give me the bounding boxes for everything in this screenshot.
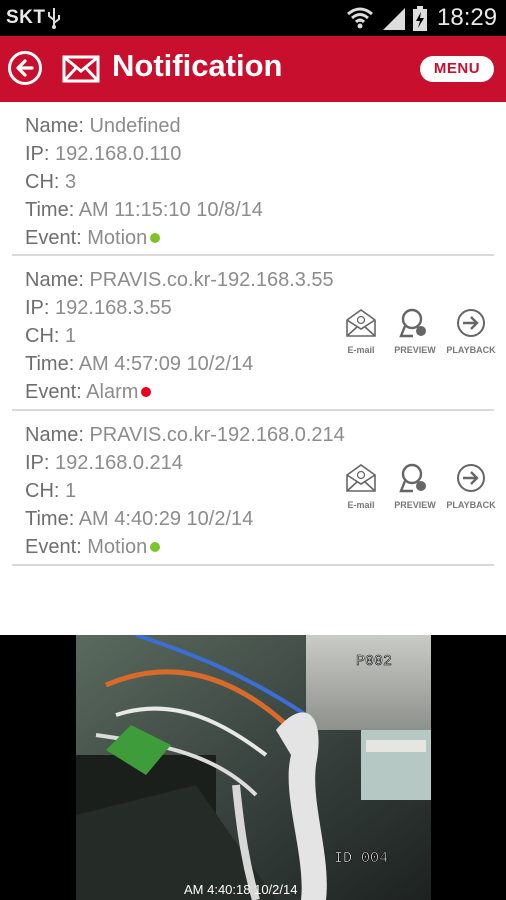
ch-label: CH:	[25, 480, 60, 502]
envelope-icon	[62, 55, 100, 83]
preview-label: PREVIEW	[394, 500, 436, 510]
playback-label: PLAYBACK	[446, 345, 496, 355]
page-title: Notification	[112, 48, 283, 83]
ip-label: IP:	[25, 143, 50, 165]
preview-button[interactable]: PREVIEW	[390, 308, 440, 355]
video-timestamp: AM 4:40:18 10/2/14	[184, 882, 297, 897]
usb-icon	[48, 8, 60, 29]
name-label: Name:	[25, 115, 84, 137]
motion-status-dot	[150, 542, 161, 552]
event-value: Alarm	[86, 381, 139, 403]
playback-button[interactable]: PLAYBACK	[446, 308, 496, 355]
email-label: E-mail	[347, 500, 375, 510]
device-name: PRAVIS.co.kr-192.168.0.214	[89, 424, 345, 446]
status-clock: 18:29	[437, 4, 498, 31]
event-label: Event:	[25, 536, 82, 558]
notification-item[interactable]: Name: PRAVIS.co.kr-192.168.3.55 IP: 192.…	[12, 256, 496, 411]
notification-list: Name: Undefined IP: 192.168.0.110 CH: 3 …	[12, 102, 496, 566]
arrow-left-icon	[16, 59, 34, 77]
ip-value: 192.168.0.214	[55, 452, 183, 474]
channel-value: 1	[65, 480, 77, 502]
ip-label: IP:	[25, 452, 50, 474]
email-button[interactable]: E-mail	[336, 308, 386, 355]
playback-label: PLAYBACK	[446, 500, 496, 510]
notification-actions: E-mail PREVIEW PLAYBACK	[336, 308, 496, 358]
ch-label: CH:	[25, 325, 60, 347]
notification-item[interactable]: Name: Undefined IP: 192.168.0.110 CH: 3 …	[12, 102, 494, 256]
camera-search-icon	[399, 308, 426, 338]
event-label: Event:	[25, 381, 82, 403]
back-button[interactable]	[8, 51, 42, 85]
playback-button[interactable]: PLAYBACK	[446, 463, 496, 510]
menu-button[interactable]: MENU	[420, 56, 494, 82]
ch-label: CH:	[25, 171, 60, 193]
ip-value: 192.168.0.110	[55, 143, 182, 165]
time-value: AM 4:40:29 10/2/14	[78, 508, 254, 530]
header-bar: Notification MENU	[0, 36, 506, 102]
time-value: AM 4:57:09 10/2/14	[78, 353, 254, 375]
email-button[interactable]: E-mail	[336, 463, 386, 510]
ip-value: 192.168.3.55	[55, 297, 172, 319]
event-value: Motion	[87, 227, 148, 249]
alarm-status-dot	[141, 387, 152, 397]
camera-search-icon	[399, 463, 426, 493]
name-label: Name:	[25, 424, 84, 446]
notification-item[interactable]: Name: PRAVIS.co.kr-192.168.0.214 IP: 192…	[12, 411, 496, 566]
signal-icon	[383, 8, 405, 30]
envelope-open-icon	[346, 309, 376, 337]
time-value: AM 11:15:10 10/8/14	[78, 199, 263, 221]
notification-actions: E-mail PREVIEW PLAYBACK	[336, 463, 496, 513]
camera-id-overlay: ID 004	[334, 850, 388, 867]
arrow-right-circle-icon	[457, 464, 485, 492]
event-value: Motion	[87, 536, 148, 558]
camera-name-overlay: P002	[356, 653, 392, 670]
arrow-right-circle-icon	[457, 309, 485, 337]
email-label: E-mail	[347, 345, 375, 355]
status-bar: SKT 18:29	[0, 0, 506, 36]
channel-value: 1	[65, 325, 77, 347]
channel-value: 3	[65, 171, 77, 193]
motion-status-dot	[150, 233, 161, 243]
wifi-icon	[347, 7, 373, 29]
battery-icon	[413, 6, 427, 31]
time-label: Time:	[25, 353, 75, 375]
device-name: Undefined	[89, 115, 181, 137]
preview-label: PREVIEW	[394, 345, 436, 355]
preview-button[interactable]: PREVIEW	[390, 463, 440, 510]
time-label: Time:	[25, 199, 75, 221]
carrier-label: SKT	[6, 7, 46, 28]
name-label: Name:	[25, 269, 84, 291]
ip-label: IP:	[25, 297, 50, 319]
event-label: Event:	[25, 227, 82, 249]
envelope-open-icon	[346, 464, 376, 492]
camera-image: P002 ID 004 AM 4:40:18 10/2/14	[76, 635, 431, 900]
device-name: PRAVIS.co.kr-192.168.3.55	[89, 269, 334, 291]
camera-frame: P002 ID 004 AM 4:40:18 10/2/14	[76, 635, 431, 900]
video-preview[interactable]: P002 ID 004 AM 4:40:18 10/2/14	[0, 635, 506, 900]
time-label: Time:	[25, 508, 75, 530]
